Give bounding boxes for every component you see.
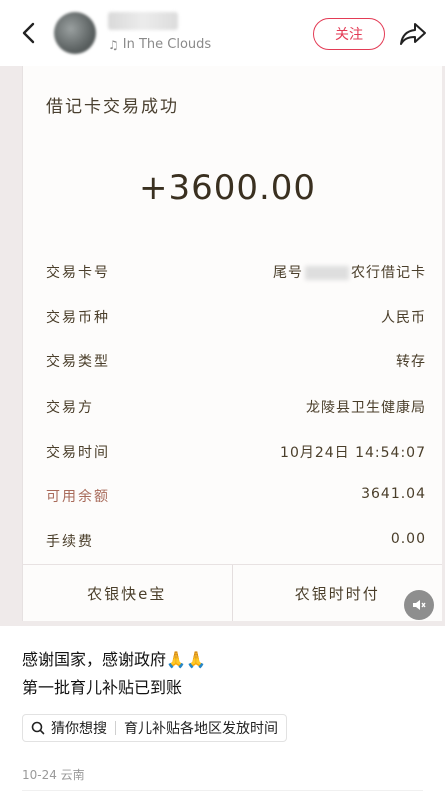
- receipt-actions: 农银快e宝 农银时时付: [22, 565, 442, 621]
- receipt-title: 借记卡交易成功: [46, 97, 179, 117]
- receipt-row-time: 交易时间 10月24日 14:54:07: [46, 442, 426, 466]
- masked-digits: [305, 266, 349, 280]
- card-tail-label: 尾号: [273, 265, 303, 281]
- mute-button[interactable]: [404, 590, 434, 620]
- row-value: 龙陵县卫生健康局: [306, 400, 426, 416]
- music-note-icon: ♫: [108, 37, 119, 52]
- chevron-left-icon: [22, 22, 35, 44]
- row-key: 可用余额: [46, 489, 110, 505]
- row-key: 交易方: [46, 400, 94, 416]
- row-key: 交易币种: [46, 310, 110, 326]
- receipt-amount: +3600.00: [138, 168, 317, 208]
- share-button[interactable]: [398, 20, 428, 48]
- search-icon: [31, 721, 45, 735]
- follow-button[interactable]: 关注: [313, 18, 385, 50]
- caption-line-1: 感谢国家，感谢政府: [22, 650, 167, 669]
- caption-line-2: 第一批育儿补贴已到账: [22, 678, 183, 697]
- top-bar: ♫ In The Clouds 关注: [0, 0, 445, 66]
- row-value: 人民币: [381, 310, 426, 326]
- search-separator: [115, 721, 116, 735]
- row-key: 交易类型: [46, 354, 110, 370]
- user-name-blurred[interactable]: [108, 12, 178, 30]
- kuaie-bao-button: 农银快e宝: [87, 584, 167, 603]
- search-label: 猜你想搜: [51, 721, 107, 737]
- avatar[interactable]: [54, 12, 96, 54]
- row-value: 10月24日 14:54:07: [280, 445, 426, 461]
- pray-emoji: 🙏🙏: [166, 650, 206, 669]
- card-bank-label: 农行借记卡: [351, 265, 426, 281]
- receipt-row-fee: 手续费 0.00: [46, 531, 426, 555]
- search-query: 育儿补贴各地区发放时间: [124, 721, 278, 737]
- bottom-divider: [22, 790, 423, 791]
- receipt-row-type: 交易类型 转存: [46, 351, 426, 375]
- row-key: 手续费: [46, 534, 94, 550]
- music-info[interactable]: ♫ In The Clouds: [108, 37, 211, 52]
- receipt-row-currency: 交易币种 人民币: [46, 307, 426, 331]
- speaker-muted-icon: [413, 600, 426, 610]
- row-key: 交易时间: [46, 445, 110, 461]
- row-value: 3641.04: [361, 486, 426, 502]
- share-icon: [400, 23, 426, 45]
- row-value: 0.00: [390, 531, 426, 547]
- receipt-row-balance: 可用余额 3641.04: [46, 486, 426, 510]
- music-title: In The Clouds: [122, 37, 212, 52]
- post-meta: 10-24 云南: [22, 768, 85, 782]
- post-caption: 感谢国家，感谢政府🙏🙏 第一批育儿补贴已到账: [22, 646, 206, 702]
- row-value: 尾号 农行借记卡: [273, 262, 426, 282]
- suggested-search[interactable]: 猜你想搜 育儿补贴各地区发放时间: [22, 714, 287, 742]
- receipt-row-card-number: 交易卡号 尾号 农行借记卡: [46, 262, 426, 286]
- receipt-row-counterparty: 交易方 龙陵县卫生健康局: [46, 397, 426, 421]
- back-button[interactable]: [14, 18, 44, 48]
- row-key: 交易卡号: [46, 265, 110, 281]
- row-value: 转存: [396, 354, 426, 370]
